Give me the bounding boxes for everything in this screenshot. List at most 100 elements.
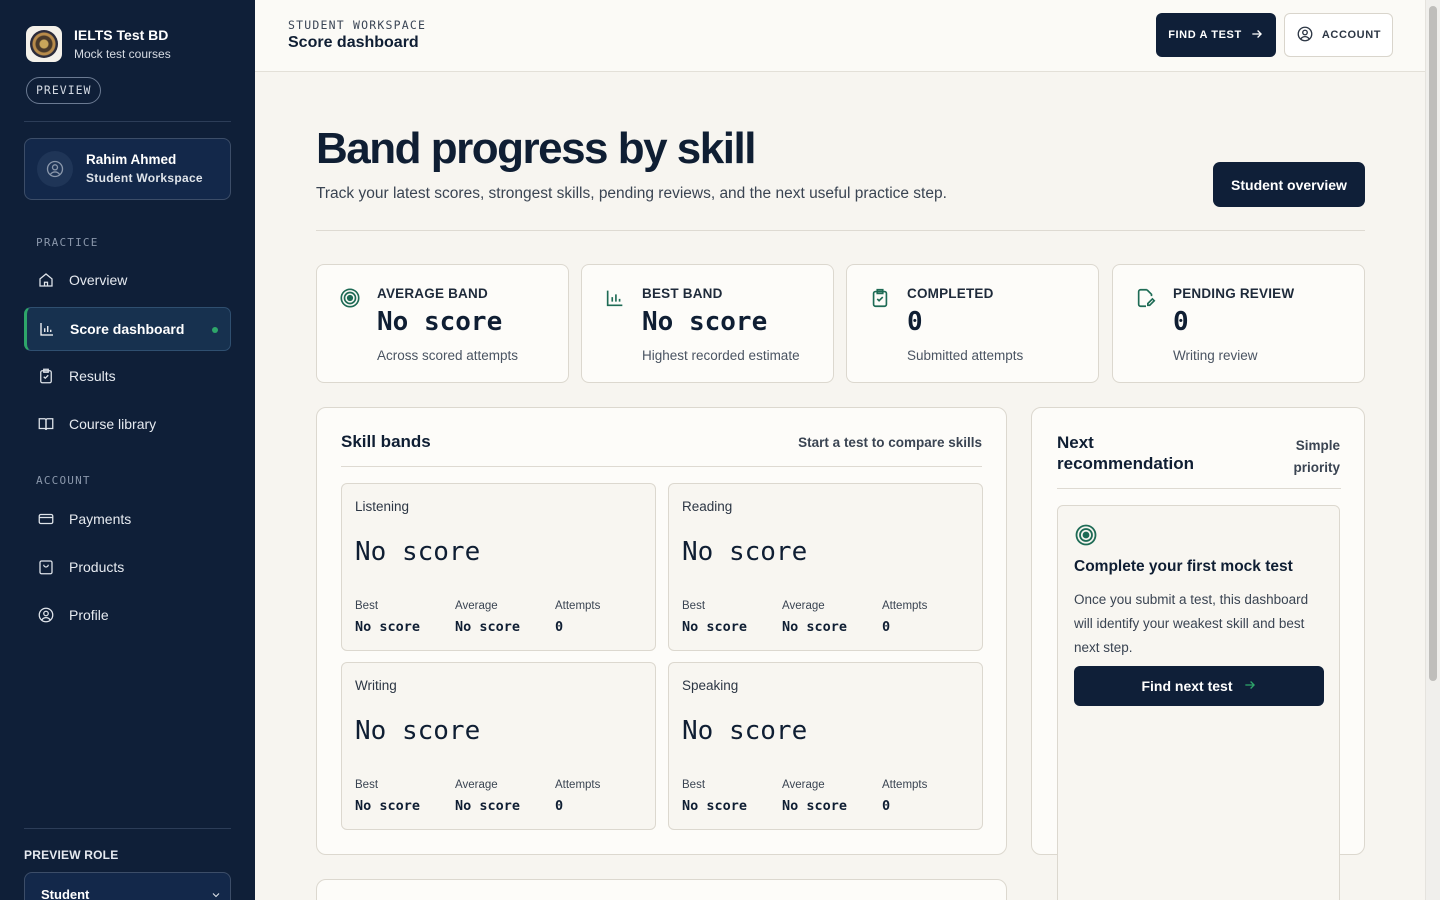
stat-card-best-band: BEST BAND No score Highest recorded esti… <box>581 264 834 383</box>
next-panel <box>316 879 1007 900</box>
metric-average: No score <box>782 619 848 635</box>
metric-attempts: 0 <box>555 798 564 814</box>
find-next-test-label: Find next test <box>1141 678 1233 694</box>
brand-subtitle: Mock test courses <box>74 47 171 61</box>
metric-best: No score <box>682 619 748 635</box>
student-overview-button[interactable]: Student overview <box>1213 162 1365 207</box>
metric-best: No score <box>355 619 421 635</box>
metric-attempts: 0 <box>882 798 891 814</box>
metric-label: Best <box>355 600 379 612</box>
sidebar-item-label: Score dashboard <box>70 321 185 337</box>
edit-file-icon <box>1135 287 1157 309</box>
book-icon <box>36 414 56 434</box>
metric-attempts: 0 <box>555 619 564 635</box>
stat-label: COMPLETED <box>907 286 994 301</box>
stat-note: Writing review <box>1173 348 1258 363</box>
skill-name: Reading <box>682 499 733 514</box>
chevron-down-icon <box>210 889 222 900</box>
sidebar-item-label: Overview <box>69 272 128 288</box>
recommendation-card: Complete your first mock test Once you s… <box>1057 505 1340 900</box>
stat-note: Across scored attempts <box>377 348 519 363</box>
stat-label: AVERAGE BAND <box>377 286 488 301</box>
stat-note: Submitted attempts <box>907 348 1024 363</box>
stat-card-pending-review: PENDING REVIEW 0 Writing review <box>1112 264 1365 383</box>
sidebar-item-label: Results <box>69 368 116 384</box>
sidebar-item-payments[interactable]: Payments <box>24 497 231 541</box>
metric-label: Average <box>782 779 825 791</box>
skill-bands-panel: Skill bands Start a test to compare skil… <box>316 407 1007 855</box>
sidebar-item-score-dashboard[interactable]: Score dashboard <box>24 307 231 351</box>
hero-title: Band progress by skill <box>316 124 756 173</box>
brand-name: IELTS Test BD <box>74 27 169 43</box>
bar-chart-icon <box>37 319 57 339</box>
user-circle-icon <box>36 605 56 625</box>
user-card[interactable]: Rahim Ahmed Student Workspace <box>24 138 231 200</box>
stat-card-average-band: AVERAGE BAND No score Across scored atte… <box>316 264 569 383</box>
user-circle-icon <box>1296 25 1314 46</box>
find-test-button[interactable]: FIND A TEST <box>1156 13 1276 57</box>
skill-card-listening: Listening No score Best No score Average N… <box>341 483 656 651</box>
avatar <box>37 151 73 187</box>
page-scrollbar[interactable] <box>1425 0 1440 900</box>
preview-role-select[interactable]: Student <box>24 872 231 900</box>
panel-divider <box>341 466 982 467</box>
stat-note: Highest recorded estimate <box>642 348 800 363</box>
sidebar-item-label: Course library <box>69 416 157 432</box>
account-button[interactable]: ACCOUNT <box>1284 13 1393 57</box>
sidebar-item-products[interactable]: Products <box>24 545 231 589</box>
account-label: ACCOUNT <box>1321 29 1382 41</box>
workspace-eyebrow: STUDENT WORKSPACE <box>288 18 427 32</box>
metric-label: Attempts <box>555 779 601 791</box>
stat-value: No score <box>642 307 768 337</box>
active-indicator <box>212 327 218 333</box>
panel-title: Skill bands <box>341 432 431 451</box>
scrollbar-thumb[interactable] <box>1429 6 1437 681</box>
arrow-right-icon <box>1250 27 1264 44</box>
hero-subtitle: Track your latest scores, strongest skil… <box>316 185 947 202</box>
preview-role-value: Student <box>41 887 90 900</box>
credit-card-icon <box>36 509 56 529</box>
sidebar-item-overview[interactable]: Overview <box>24 258 231 302</box>
panel-title: Next recommendation <box>1057 433 1194 473</box>
skill-card-reading: Reading No score Best No score Average No … <box>668 483 983 651</box>
skill-name: Speaking <box>682 678 739 693</box>
panel-hint: Start a test to compare skills <box>798 435 982 450</box>
shopping-bag-icon <box>36 557 56 577</box>
metric-label: Attempts <box>882 779 928 791</box>
sidebar: IELTS Test BD Mock test courses PREVIEW … <box>0 0 255 900</box>
metric-best: No score <box>355 798 421 814</box>
metric-best: No score <box>682 798 748 814</box>
skill-band: No score <box>682 537 808 567</box>
sidebar-item-label: Products <box>69 559 125 575</box>
panel-divider <box>1057 488 1341 489</box>
home-icon <box>36 270 56 290</box>
page-title: Score dashboard <box>288 34 419 51</box>
sidebar-divider <box>24 121 231 122</box>
skill-name: Listening <box>355 499 410 514</box>
sidebar-item-profile[interactable]: Profile <box>24 593 231 637</box>
metric-label: Average <box>455 600 498 612</box>
stat-value: 0 <box>907 307 923 337</box>
recommendation-title: Complete your first mock test <box>1074 558 1293 575</box>
metric-average: No score <box>782 798 848 814</box>
clipboard-icon <box>36 366 56 386</box>
metric-average: No score <box>455 619 521 635</box>
metric-attempts: 0 <box>882 619 891 635</box>
metric-label: Best <box>682 600 706 612</box>
skill-card-writing: Writing No score Best No score Average No … <box>341 662 656 830</box>
recommendation-text: Once you submit a test, this dashboard w… <box>1074 592 1309 655</box>
skill-band: No score <box>355 716 481 746</box>
stat-value: 0 <box>1173 307 1189 337</box>
find-next-test-button[interactable]: Find next test <box>1074 666 1324 706</box>
panel-hint: Simple priority <box>1293 438 1340 475</box>
user-name: Rahim Ahmed <box>86 152 177 167</box>
brand[interactable]: IELTS Test BD Mock test courses <box>26 26 171 62</box>
user-circle-icon <box>46 160 64 178</box>
bar-chart-icon <box>604 287 626 309</box>
preview-badge: PREVIEW <box>26 77 102 104</box>
sidebar-item-results[interactable]: Results <box>24 354 231 398</box>
brand-logo <box>26 26 62 62</box>
sidebar-item-course-library[interactable]: Course library <box>24 402 231 446</box>
skill-name: Writing <box>355 678 397 693</box>
metric-label: Attempts <box>555 600 601 612</box>
